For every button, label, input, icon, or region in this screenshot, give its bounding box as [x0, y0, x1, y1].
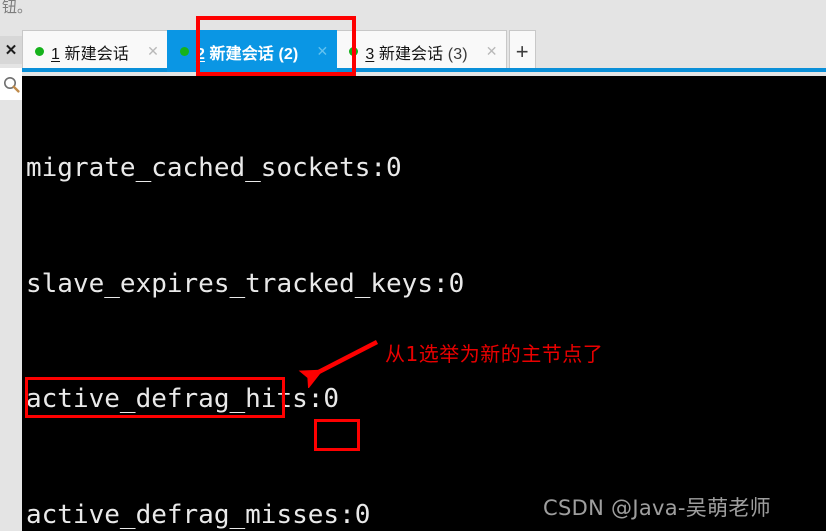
- terminal-line: slave_expires_tracked_keys:0: [26, 268, 465, 299]
- tab-list: 1 新建会话 ✕ 2 新建会话 (2) ✕ 3 新建会话 (3) ✕ +: [22, 30, 536, 72]
- document-strip: 钮。: [0, 0, 826, 22]
- terminal-output-panel[interactable]: migrate_cached_sockets:0 slave_expires_t…: [22, 76, 826, 531]
- tab-label: 2 新建会话 (2): [196, 40, 298, 64]
- gutter-close-button[interactable]: ✕: [0, 36, 22, 64]
- close-icon[interactable]: ✕: [143, 41, 163, 63]
- app-root: 钮。 ✕ 1 新建会话 ✕ 2 新建会话 (2) ✕ 3 新建会话 (3) ✕ …: [0, 0, 826, 531]
- tab-session-1[interactable]: 1 新建会话 ✕: [22, 30, 168, 72]
- terminal-lines: migrate_cached_sockets:0 slave_expires_t…: [26, 76, 746, 531]
- tab-bar-underline: [22, 68, 826, 72]
- tab-bar: 1 新建会话 ✕ 2 新建会话 (2) ✕ 3 新建会话 (3) ✕ +: [22, 22, 826, 72]
- tab-session-3[interactable]: 3 新建会话 (3) ✕: [336, 30, 507, 72]
- document-partial-text: 钮。: [2, 0, 33, 16]
- tab-title: 新建会话: [64, 45, 129, 63]
- tab-status-dot-icon: [35, 47, 44, 56]
- tab-title: 新建会话: [378, 45, 444, 63]
- tab-number: 3: [365, 45, 375, 63]
- tab-suffix: (3): [443, 45, 468, 63]
- terminal-line: active_defrag_hits:0: [26, 384, 340, 414]
- left-gutter: ✕: [0, 22, 22, 531]
- tab-label: 3 新建会话 (3): [365, 40, 467, 64]
- tab-status-dot-icon: [349, 47, 359, 56]
- tab-number: 2: [195, 45, 205, 63]
- search-icon[interactable]: [0, 68, 22, 100]
- tab-title: 新建会话: [209, 45, 274, 63]
- terminal-line: migrate_cached_sockets:0: [26, 153, 402, 183]
- tab-status-dot-icon: [179, 47, 189, 56]
- close-icon[interactable]: ✕: [312, 41, 332, 63]
- tab-suffix: (2): [273, 45, 299, 63]
- new-tab-button[interactable]: +: [508, 30, 536, 72]
- close-icon[interactable]: ✕: [482, 41, 502, 63]
- tab-session-2[interactable]: 2 新建会话 (2) ✕: [166, 30, 338, 72]
- tab-label: 1 新建会话: [51, 40, 129, 64]
- watermark: CSDN @Java-吴萌老师: [543, 496, 771, 520]
- tab-number: 1: [51, 45, 60, 63]
